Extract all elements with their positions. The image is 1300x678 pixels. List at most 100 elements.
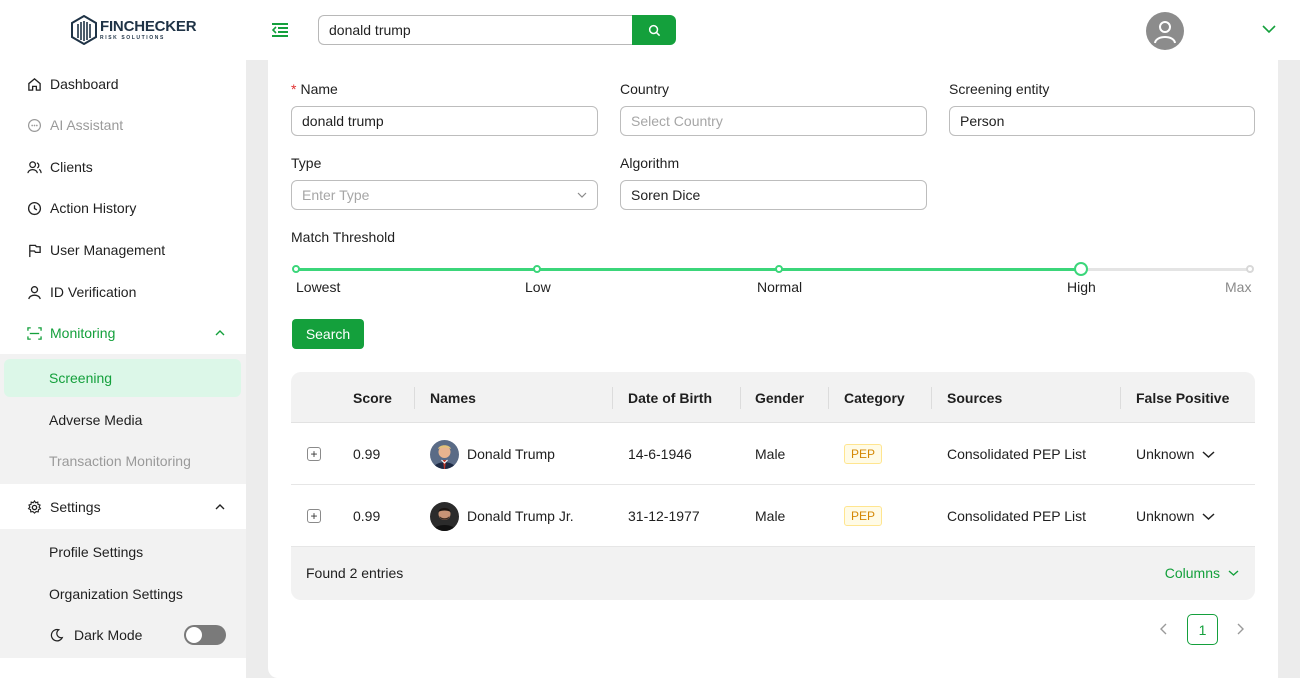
global-search-button[interactable] bbox=[632, 15, 676, 45]
sidebar-subitem-profile-settings[interactable]: Profile Settings bbox=[4, 533, 241, 571]
chevron-down-icon bbox=[1228, 570, 1239, 576]
gear-icon bbox=[26, 499, 42, 515]
screening-entity-field[interactable]: Person bbox=[949, 106, 1255, 136]
top-header: FINCHECKER RISK SOLUTIONS bbox=[0, 0, 1300, 60]
sidebar-item-action-history[interactable]: Action History bbox=[0, 188, 246, 228]
type-label: Type bbox=[291, 155, 322, 171]
sidebar-item-label: AI Assistant bbox=[50, 117, 124, 133]
threshold-mark-dot[interactable] bbox=[1246, 265, 1254, 273]
search-icon bbox=[648, 24, 660, 36]
country-placeholder: Select Country bbox=[631, 113, 723, 129]
pagination-page[interactable]: 1 bbox=[1187, 614, 1218, 645]
sidebar-item-user-management[interactable]: User Management bbox=[0, 230, 246, 270]
sidebar-subitem-label: Organization Settings bbox=[49, 586, 183, 602]
clients-icon bbox=[26, 159, 42, 175]
chevron-down-icon[interactable] bbox=[1262, 24, 1276, 34]
chevron-down-icon bbox=[1202, 512, 1215, 520]
pagination-prev-icon[interactable] bbox=[1156, 621, 1172, 637]
user-avatar-icon bbox=[1154, 21, 1176, 44]
country-select[interactable]: Select Country bbox=[620, 106, 927, 136]
name-cell: Donald Trump Jr. bbox=[430, 485, 574, 547]
threshold-mark-label: Lowest bbox=[296, 279, 341, 295]
source-cell: Consolidated PEP List bbox=[947, 508, 1087, 524]
threshold-slider-handle[interactable] bbox=[1074, 262, 1088, 276]
column-header-gender[interactable]: Gender bbox=[755, 372, 804, 423]
source-cell: Consolidated PEP List bbox=[947, 446, 1087, 462]
false-positive-value: Unknown bbox=[1136, 446, 1195, 462]
expand-row-icon[interactable]: + bbox=[307, 447, 321, 461]
sidebar-subitem-screening[interactable]: Screening bbox=[4, 359, 241, 397]
chat-icon bbox=[26, 117, 42, 133]
false-positive-select[interactable]: Unknown bbox=[1136, 423, 1215, 485]
sidebar-item-id-verification[interactable]: ID Verification bbox=[0, 272, 246, 312]
sidebar-item-settings[interactable]: Settings bbox=[0, 487, 246, 527]
table-header: Score Names Date of Birth Gender Categor… bbox=[291, 372, 1255, 423]
threshold-mark-dot[interactable] bbox=[533, 265, 541, 273]
sidebar-subitem-adverse-media[interactable]: Adverse Media bbox=[4, 401, 241, 439]
sidebar-item-label: Clients bbox=[50, 159, 93, 175]
settings-submenu: Profile Settings Organization Settings D… bbox=[0, 529, 246, 658]
sidebar-subitem-label: Screening bbox=[49, 370, 113, 386]
sidebar-subitem-label: Transaction Monitoring bbox=[49, 453, 191, 469]
sidebar-item-label: ID Verification bbox=[50, 284, 137, 300]
dark-mode-toggle[interactable] bbox=[184, 625, 226, 645]
chevron-down-icon bbox=[1202, 450, 1215, 458]
sidebar-item-dashboard[interactable]: Dashboard bbox=[0, 64, 246, 104]
name-field[interactable]: donald trump bbox=[291, 106, 598, 136]
sidebar-item-monitoring[interactable]: Monitoring bbox=[0, 313, 246, 353]
brand-tagline: RISK SOLUTIONS bbox=[100, 35, 165, 41]
person-photo bbox=[430, 501, 459, 531]
moon-icon bbox=[50, 628, 64, 642]
threshold-mark-dot[interactable] bbox=[292, 265, 300, 273]
type-select[interactable]: Enter Type bbox=[291, 180, 598, 210]
column-header-sources[interactable]: Sources bbox=[947, 372, 1002, 423]
sidebar-item-ai-assistant[interactable]: AI Assistant bbox=[0, 105, 246, 145]
category-tag: PEP bbox=[844, 506, 883, 526]
algorithm-field[interactable]: Soren Dice bbox=[620, 180, 927, 210]
column-divider bbox=[931, 387, 932, 409]
expand-row-icon[interactable]: + bbox=[307, 509, 321, 523]
user-avatar[interactable] bbox=[1146, 12, 1184, 50]
sidebar-item-clients[interactable]: Clients bbox=[0, 147, 246, 187]
chevron-up-icon bbox=[215, 330, 225, 336]
screening-entity-label: Screening entity bbox=[949, 81, 1050, 97]
column-header-names[interactable]: Names bbox=[430, 372, 476, 423]
sidebar-item-label: Settings bbox=[50, 499, 101, 515]
pagination-next-icon[interactable] bbox=[1232, 621, 1248, 637]
threshold-mark-label: Max bbox=[1225, 279, 1252, 295]
name-text: Donald Trump bbox=[467, 446, 555, 462]
global-search-input[interactable] bbox=[318, 15, 633, 45]
category-cell: PEP bbox=[844, 485, 883, 547]
column-divider bbox=[414, 387, 415, 409]
sidebar-item-label: Action History bbox=[50, 200, 137, 216]
column-divider bbox=[1120, 387, 1121, 409]
column-header-dob[interactable]: Date of Birth bbox=[628, 372, 712, 423]
sidebar-item-label: User Management bbox=[50, 242, 166, 258]
global-search bbox=[318, 15, 676, 45]
false-positive-select[interactable]: Unknown bbox=[1136, 485, 1215, 547]
finchecker-logo[interactable]: FINCHECKER RISK SOLUTIONS bbox=[70, 15, 197, 45]
sidebar-subitem-label: Adverse Media bbox=[49, 412, 143, 428]
false-positive-value: Unknown bbox=[1136, 508, 1195, 524]
table-row[interactable]: + 0.99 Donald Trump 14-6-1946 Male PEP C… bbox=[291, 423, 1255, 485]
monitoring-icon bbox=[26, 325, 42, 341]
column-header-score[interactable]: Score bbox=[353, 372, 392, 423]
menu-collapse-icon[interactable] bbox=[271, 22, 289, 38]
sidebar-item-label: Dashboard bbox=[50, 76, 119, 92]
sidebar-subitem-organization-settings[interactable]: Organization Settings bbox=[4, 575, 241, 613]
gender-cell: Male bbox=[755, 446, 786, 462]
dark-mode-toggle-knob bbox=[186, 627, 202, 643]
column-header-category[interactable]: Category bbox=[844, 372, 905, 423]
name-label: * Name bbox=[291, 81, 338, 97]
columns-toggle[interactable]: Columns bbox=[1165, 565, 1239, 581]
table-row[interactable]: + 0.99 Donald Trump Jr. 31-12-1977 Male … bbox=[291, 485, 1255, 547]
sidebar-subitem-transaction-monitoring[interactable]: Transaction Monitoring bbox=[4, 442, 241, 480]
search-button[interactable]: Search bbox=[292, 319, 364, 349]
threshold-mark-dot[interactable] bbox=[775, 265, 783, 273]
column-header-false-positive[interactable]: False Positive bbox=[1136, 372, 1229, 423]
category-cell: PEP bbox=[844, 423, 883, 485]
country-label: Country bbox=[620, 81, 670, 97]
screening-entity-value: Person bbox=[960, 113, 1005, 129]
name-field-value: donald trump bbox=[302, 113, 384, 129]
algorithm-value: Soren Dice bbox=[631, 187, 701, 203]
